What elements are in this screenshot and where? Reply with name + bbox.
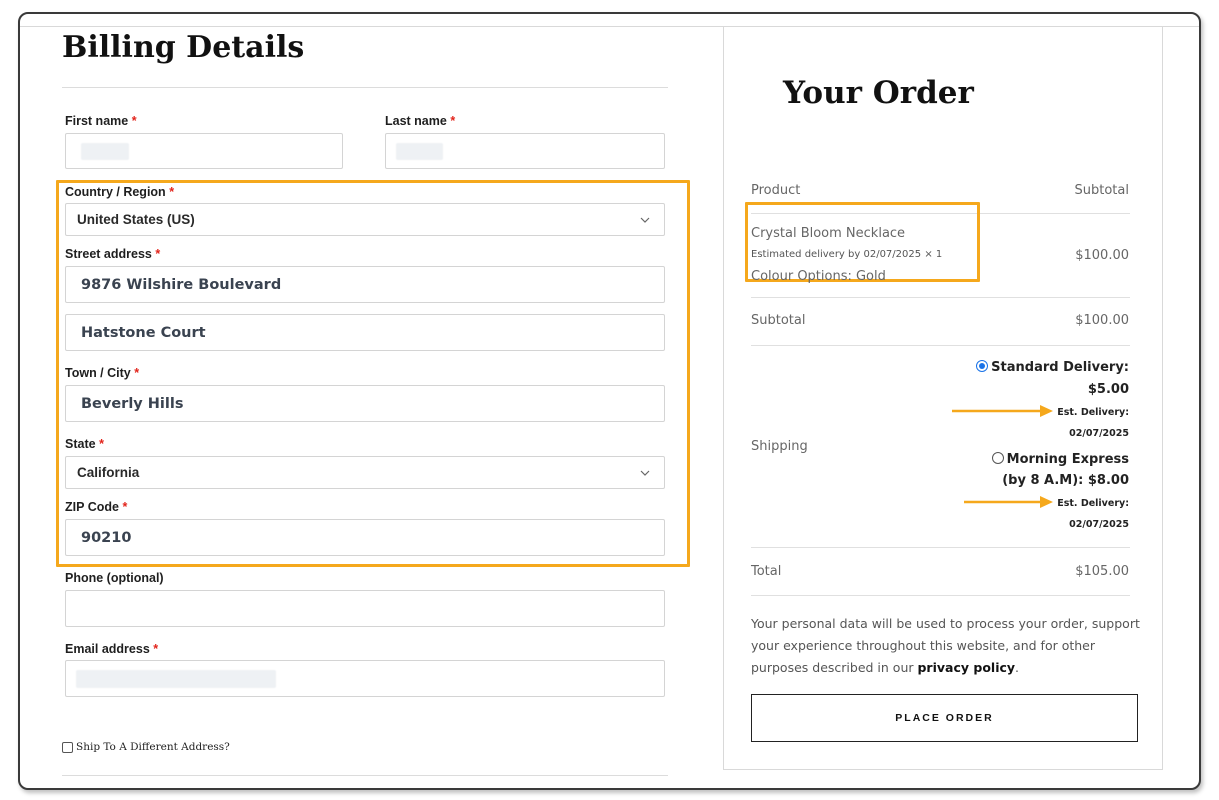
zip-label-text: ZIP Code bbox=[65, 500, 119, 514]
state-value: California bbox=[77, 465, 140, 480]
required-mark: * bbox=[122, 500, 128, 514]
zip-input[interactable]: 90210 bbox=[65, 519, 665, 556]
street-address-line1-input[interactable]: 9876 Wilshire Boulevard bbox=[65, 266, 665, 303]
order-summary-panel: Your Order Product Subtotal Crystal Bloo… bbox=[723, 26, 1163, 770]
street-line1-value: 9876 Wilshire Boulevard bbox=[81, 276, 282, 293]
standard-delivery-name: Standard Delivery: bbox=[991, 360, 1129, 375]
subtotal-value: $100.00 bbox=[1075, 313, 1129, 328]
required-mark: * bbox=[155, 247, 161, 261]
ship-different-checkbox[interactable] bbox=[62, 741, 73, 753]
order-divider bbox=[751, 595, 1130, 596]
shipping-option-express[interactable]: Morning Express bbox=[991, 452, 1129, 467]
street-line2-value: Hatstone Court bbox=[81, 324, 206, 341]
last-name-label: Last name * bbox=[385, 114, 455, 128]
ship-different-label: Ship To A Different Address? bbox=[76, 741, 230, 753]
subtotal-label: Subtotal bbox=[751, 313, 806, 328]
country-label: Country / Region * bbox=[65, 185, 174, 199]
state-label: State * bbox=[65, 437, 104, 451]
shipping-option-standard[interactable]: Standard Delivery: bbox=[976, 360, 1129, 375]
express-delivery-detail: (by 8 A.M): $8.00 bbox=[1002, 473, 1129, 488]
privacy-notice: Your personal data will be used to proce… bbox=[751, 613, 1141, 679]
order-title: Your Order bbox=[783, 75, 974, 111]
required-mark: * bbox=[169, 185, 175, 199]
order-divider bbox=[751, 345, 1130, 346]
subtotal-column-header: Subtotal bbox=[1074, 183, 1129, 198]
zip-label: ZIP Code * bbox=[65, 500, 127, 514]
shipping-label: Shipping bbox=[751, 439, 808, 454]
total-value: $105.00 bbox=[1075, 564, 1129, 579]
required-mark: * bbox=[99, 437, 104, 451]
item-delivery-text: Estimated delivery by 02/07/2025 bbox=[751, 249, 922, 260]
phone-input[interactable] bbox=[65, 590, 665, 627]
radio-selected-icon[interactable] bbox=[976, 360, 989, 372]
item-price: $100.00 bbox=[1075, 248, 1129, 263]
standard-delivery-price: $5.00 bbox=[1087, 382, 1129, 397]
city-value: Beverly Hills bbox=[81, 395, 184, 412]
item-delivery-estimate: Estimated delivery by 02/07/2025 × 1 bbox=[751, 249, 942, 260]
phone-label: Phone (optional) bbox=[65, 571, 164, 585]
zip-value: 90210 bbox=[81, 529, 132, 546]
title-divider bbox=[62, 87, 668, 88]
screenshot-frame: Billing Details First name * Last name *… bbox=[18, 12, 1201, 790]
order-divider bbox=[751, 547, 1130, 548]
billing-title: Billing Details bbox=[62, 30, 305, 65]
city-label: Town / City * bbox=[65, 366, 139, 380]
country-select[interactable]: United States (US) bbox=[65, 203, 665, 236]
city-input[interactable]: Beverly Hills bbox=[65, 385, 665, 422]
standard-est-date: 02/07/2025 bbox=[1069, 428, 1129, 439]
required-mark: * bbox=[134, 366, 140, 380]
address-highlight-box bbox=[56, 180, 690, 567]
order-divider bbox=[751, 297, 1130, 298]
country-value: United States (US) bbox=[77, 212, 195, 227]
required-mark: * bbox=[450, 114, 456, 128]
last-name-input[interactable] bbox=[385, 133, 665, 169]
express-delivery-name: Morning Express bbox=[1006, 452, 1129, 467]
state-select[interactable]: California bbox=[65, 456, 665, 489]
standard-est-label: Est. Delivery: bbox=[1057, 407, 1129, 418]
email-input[interactable] bbox=[65, 660, 665, 697]
first-name-label: First name * bbox=[65, 114, 137, 128]
street-label-text: Street address bbox=[65, 247, 152, 261]
last-name-label-text: Last name bbox=[385, 114, 447, 128]
express-est-label: Est. Delivery: bbox=[1057, 498, 1129, 509]
express-est-date: 02/07/2025 bbox=[1069, 519, 1129, 530]
item-quantity: × 1 bbox=[924, 249, 943, 260]
item-name: Crystal Bloom Necklace bbox=[751, 226, 906, 241]
product-column-header: Product bbox=[751, 183, 801, 198]
arrow-right-icon bbox=[952, 405, 1053, 417]
first-name-label-text: First name bbox=[65, 114, 129, 128]
state-label-text: State bbox=[65, 437, 96, 451]
arrow-right-icon bbox=[964, 496, 1053, 508]
email-label-text: Email address bbox=[65, 642, 150, 656]
chevron-down-icon bbox=[640, 217, 650, 223]
redacted-first-name bbox=[81, 143, 129, 160]
required-mark: * bbox=[131, 114, 137, 128]
radio-unselected-icon[interactable] bbox=[991, 452, 1004, 464]
street-label: Street address * bbox=[65, 247, 160, 261]
place-order-button[interactable]: PLACE ORDER bbox=[751, 694, 1138, 742]
privacy-policy-link[interactable]: privacy policy bbox=[917, 660, 1015, 675]
street-address-line2-input[interactable]: Hatstone Court bbox=[65, 314, 665, 351]
redacted-last-name bbox=[396, 143, 443, 160]
item-option: Colour Options: Gold bbox=[751, 269, 886, 284]
city-label-text: Town / City bbox=[65, 366, 131, 380]
privacy-end: . bbox=[1015, 660, 1020, 675]
ship-different-option[interactable]: Ship To A Different Address? bbox=[62, 741, 230, 753]
bottom-divider bbox=[62, 775, 668, 776]
chevron-down-icon bbox=[640, 470, 650, 476]
first-name-input[interactable] bbox=[65, 133, 343, 169]
total-label: Total bbox=[751, 564, 782, 579]
redacted-email bbox=[76, 670, 276, 688]
email-label: Email address * bbox=[65, 642, 158, 656]
required-mark: * bbox=[153, 642, 159, 656]
country-label-text: Country / Region bbox=[65, 185, 166, 199]
